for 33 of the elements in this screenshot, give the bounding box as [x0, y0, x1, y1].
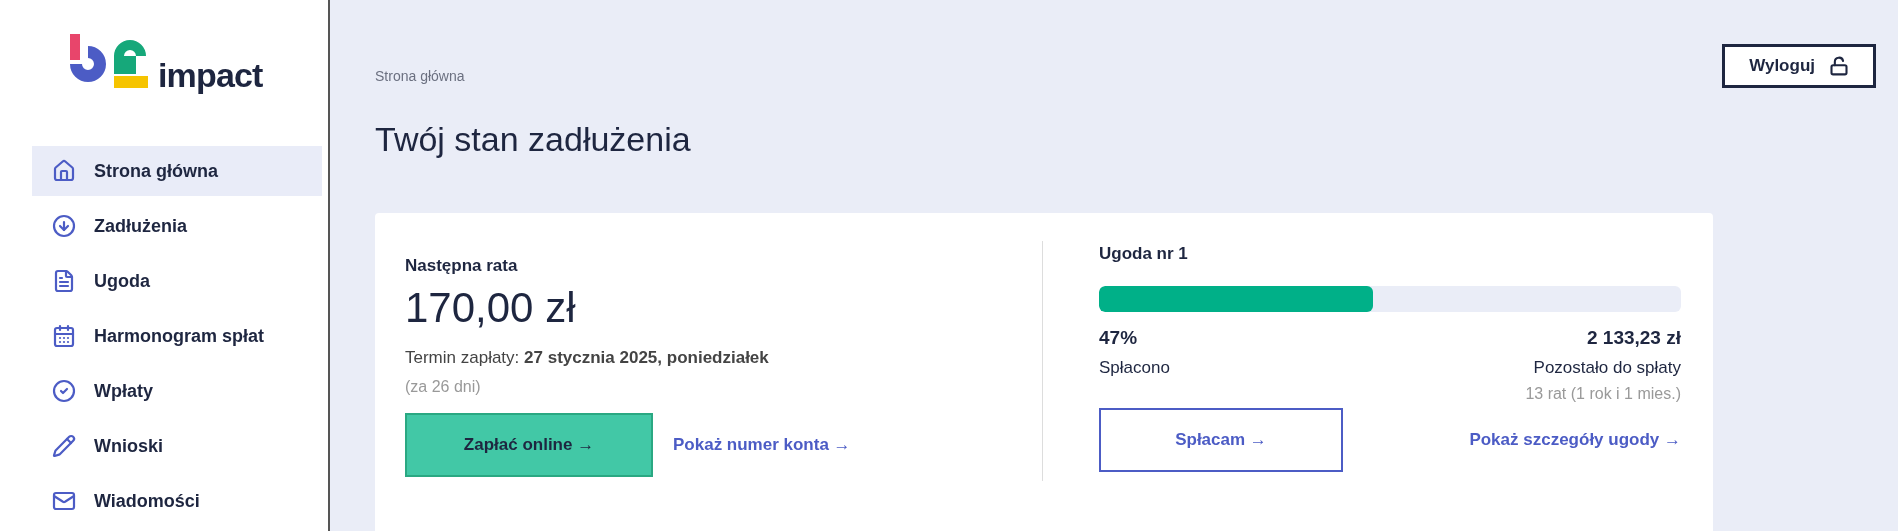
paid-percent: 47%: [1099, 326, 1139, 350]
section-heading: Ugoda nr 1: [1099, 242, 1189, 265]
pencil-icon: [52, 434, 76, 458]
section-heading: Następna rata: [405, 254, 519, 277]
lock-icon: [1829, 56, 1849, 76]
arrow-down-circle-icon: [52, 214, 76, 238]
installment-amount: 170,00 zł: [405, 283, 577, 333]
mail-icon: [52, 489, 76, 513]
breadcrumb[interactable]: Strona główna: [375, 66, 465, 87]
sidebar-item[interactable]: Strona główna: [32, 146, 322, 196]
repay-button[interactable]: Spłacam →: [1099, 408, 1343, 472]
home-icon: [52, 159, 76, 183]
sidebar-item[interactable]: Harmonogram spłat: [32, 311, 322, 361]
logout-button[interactable]: Wyloguj: [1722, 44, 1876, 88]
account-number-link[interactable]: Pokaż numer konta →: [673, 432, 851, 458]
sidebar-item[interactable]: Wnioski: [32, 421, 322, 471]
sidebar-item[interactable]: Wpłaty: [32, 366, 322, 416]
page-title: Twój stan zadłużenia: [375, 119, 692, 160]
pay-online-button[interactable]: Zapłać online →: [405, 413, 653, 477]
calendar-icon: [52, 324, 76, 348]
sidebar-item[interactable]: Wiadomości: [32, 476, 322, 526]
days-left: (za 26 dni): [405, 377, 482, 397]
due-date: Termin zapłaty: 27 stycznia 2025, poniedziałek: [405, 346, 770, 369]
remaining-label: Pozostało do spłaty: [1533, 356, 1681, 379]
remaining-installments: 13 rat (1 rok i 1 mies.): [1525, 384, 1681, 404]
document-icon: [52, 269, 76, 293]
logo-text: impact: [158, 58, 263, 92]
check-circle-icon: [52, 379, 76, 403]
agreement-details-link[interactable]: Pokaż szczegóły ugody →: [1469, 427, 1681, 453]
remaining-amount: 2 133,23 zł: [1586, 326, 1681, 350]
sidebar-item[interactable]: Zadłużenia: [32, 201, 322, 251]
sidebar-item[interactable]: Ugoda: [32, 256, 322, 306]
paid-label: Spłacono: [1099, 356, 1170, 379]
